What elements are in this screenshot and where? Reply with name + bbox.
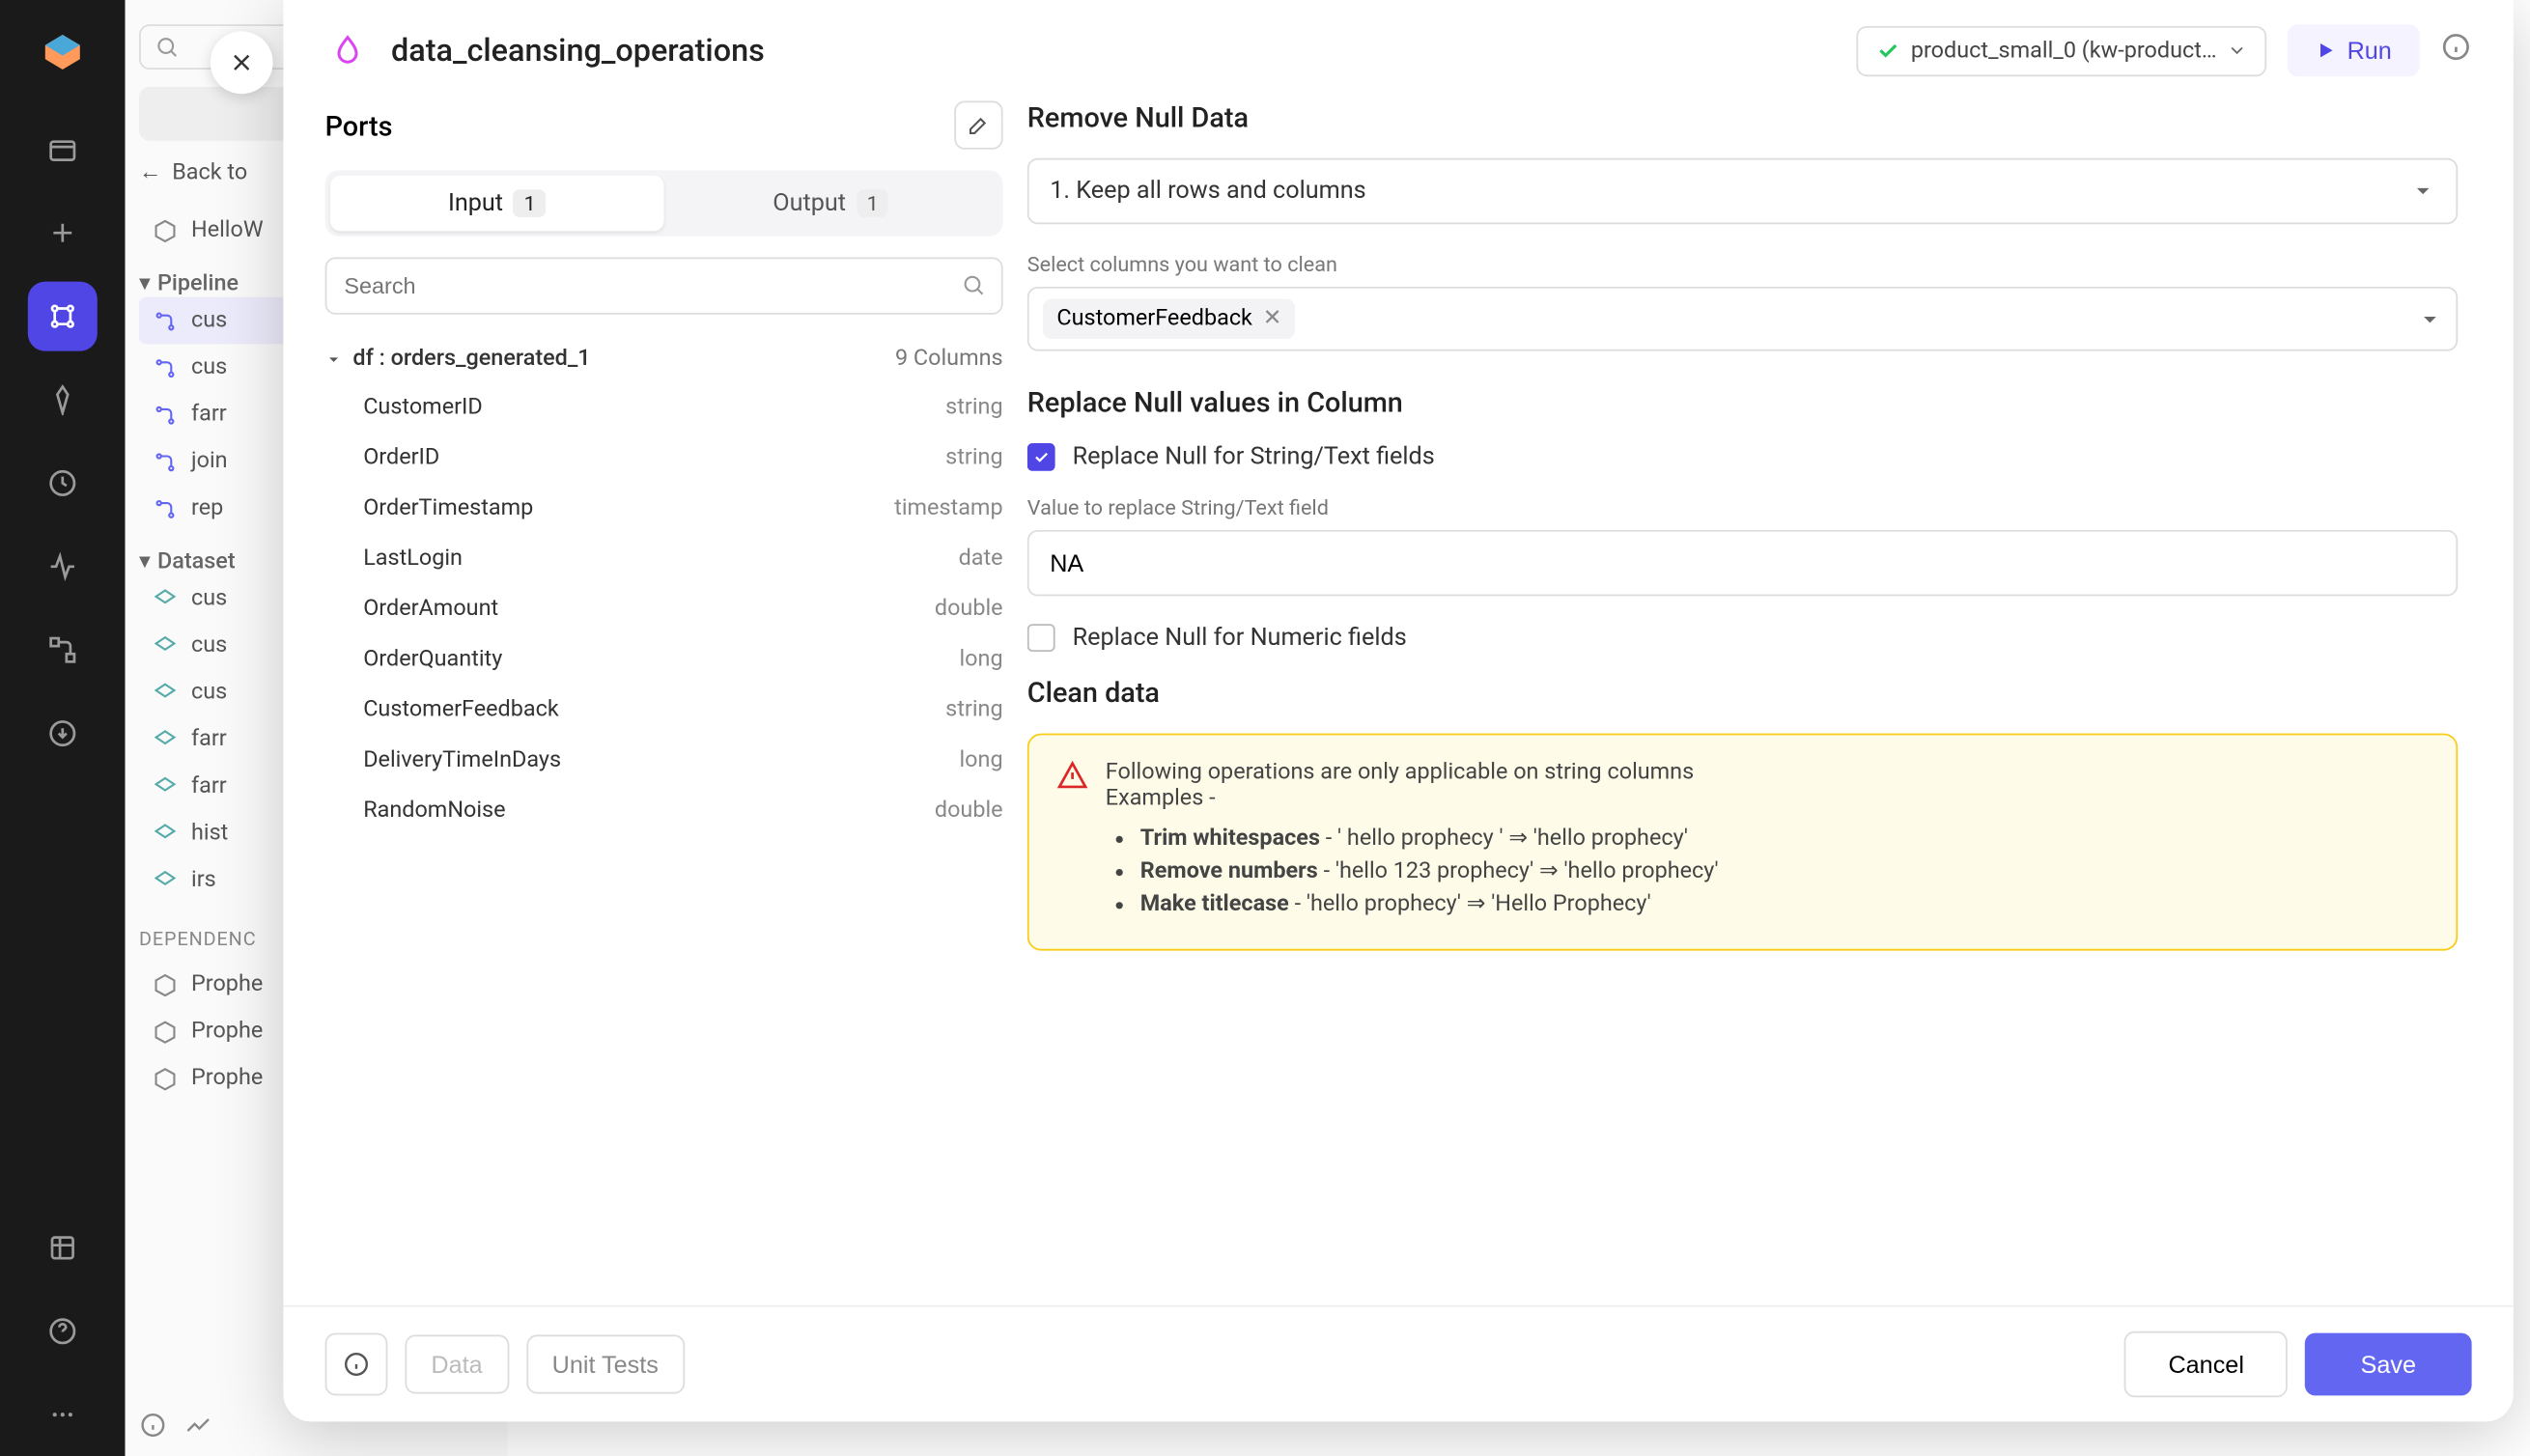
- tab-output[interactable]: Output 1: [664, 176, 998, 232]
- warn-icon: [1056, 760, 1087, 925]
- fabric-select[interactable]: product_small_0 (kw-product…: [1857, 25, 2267, 75]
- column-chip: CustomerFeedback ✕: [1043, 299, 1296, 339]
- ports-title: Ports: [325, 109, 393, 142]
- column-count: 9 Columns: [895, 346, 1003, 372]
- ports-tabs: Input 1 Output 1: [325, 170, 1003, 236]
- diagnostics-button[interactable]: [325, 1333, 388, 1396]
- close-button[interactable]: [211, 31, 273, 94]
- df-toggle[interactable]: df : orders_generated_1: [325, 346, 591, 372]
- chip-remove-icon[interactable]: ✕: [1263, 306, 1282, 332]
- remove-null-heading: Remove Null Data: [1027, 100, 2458, 133]
- col-row[interactable]: DeliveryTimeInDayslong: [325, 735, 1003, 785]
- run-button[interactable]: Run: [2288, 24, 2419, 76]
- gem-drop-icon: [325, 28, 371, 73]
- gem-title: data_cleansing_operations: [391, 32, 1836, 69]
- search-icon: [961, 271, 985, 304]
- select-columns-label: Select columns you want to clean: [1027, 252, 2458, 276]
- warn-box: Following operations are only applicable…: [1027, 734, 2458, 951]
- cancel-button[interactable]: Cancel: [2124, 1331, 2287, 1397]
- edit-ports-button[interactable]: [954, 100, 1002, 149]
- check-numeric-null[interactable]: [1027, 624, 1055, 652]
- col-row[interactable]: LastLogindate: [325, 534, 1003, 584]
- col-row[interactable]: OrderTimestamptimestamp: [325, 483, 1003, 533]
- fabric-name: product_small_0 (kw-product…: [1911, 38, 2217, 64]
- tab-input[interactable]: Input 1: [330, 176, 664, 232]
- columns-select[interactable]: CustomerFeedback ✕: [1027, 287, 2458, 351]
- col-row[interactable]: RandomNoisedouble: [325, 786, 1003, 836]
- check-string-label: Replace Null for String/Text fields: [1073, 443, 1435, 471]
- gem-modal: data_cleansing_operations product_small_…: [283, 0, 2513, 1421]
- clean-data-heading: Clean data: [1027, 676, 2458, 709]
- save-button[interactable]: Save: [2305, 1333, 2472, 1396]
- string-replace-input[interactable]: [1027, 530, 2458, 596]
- value-input-label: Value to replace String/Text field: [1027, 495, 2458, 519]
- col-row[interactable]: CustomerIDstring: [325, 382, 1003, 433]
- chevron-down-icon: [2227, 40, 2248, 61]
- col-row[interactable]: OrderIDstring: [325, 433, 1003, 483]
- check-string-null[interactable]: [1027, 443, 1055, 471]
- input-count: 1: [514, 189, 547, 217]
- ports-search-input[interactable]: [325, 257, 1003, 314]
- replace-null-heading: Replace Null values in Column: [1027, 386, 2458, 419]
- col-row[interactable]: OrderQuantitylong: [325, 634, 1003, 685]
- unit-tests-button[interactable]: Unit Tests: [526, 1334, 685, 1393]
- output-count: 1: [857, 189, 889, 217]
- col-row[interactable]: CustomerFeedbackstring: [325, 685, 1003, 735]
- check-numeric-label: Replace Null for Numeric fields: [1073, 624, 1407, 652]
- null-strategy-select[interactable]: 1. Keep all rows and columns: [1027, 158, 2458, 224]
- col-row[interactable]: OrderAmountdouble: [325, 584, 1003, 634]
- info-icon[interactable]: [2440, 31, 2471, 70]
- data-button[interactable]: Data: [405, 1334, 508, 1393]
